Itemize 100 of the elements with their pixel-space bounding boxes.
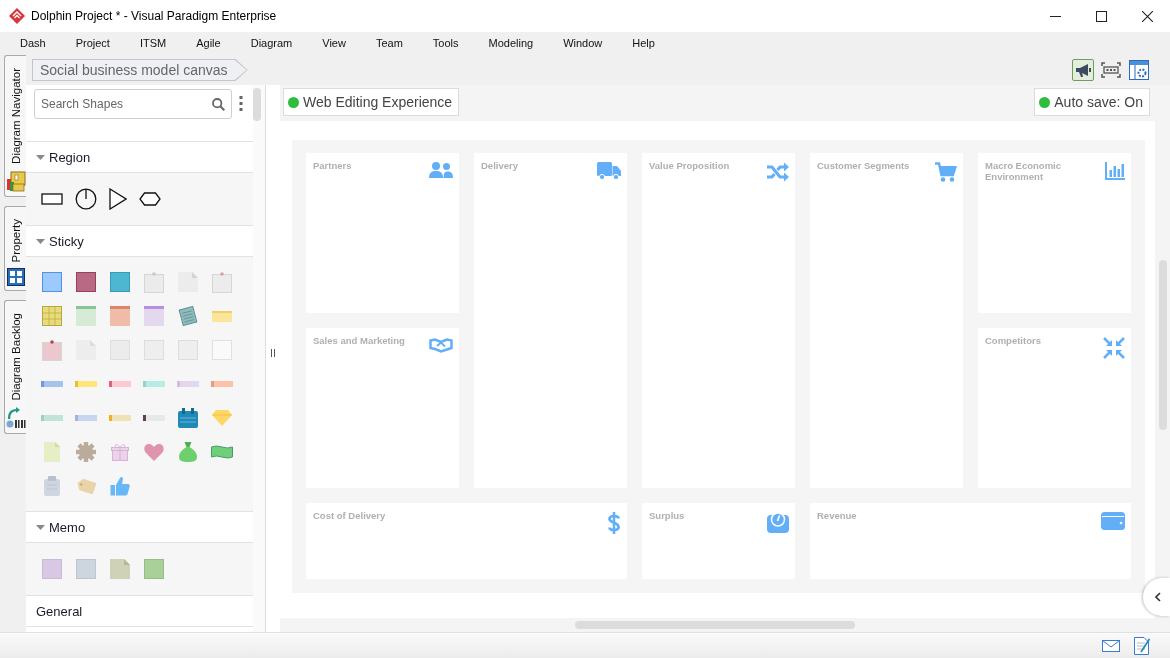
web-editing-button[interactable]: Web Editing Experience [283,88,460,116]
people-icon [429,162,453,178]
auto-save-button[interactable]: Auto save: On [1034,88,1150,116]
menu-item[interactable]: Tools [417,34,474,53]
sticky-note-icon[interactable] [76,272,96,292]
app-logo-icon [9,8,25,24]
kebab-menu-icon [239,96,243,111]
sticky-note-icon[interactable] [212,310,232,322]
splitter[interactable] [265,85,280,632]
announcement-button[interactable] [1072,59,1094,81]
wallet-icon [1101,512,1125,530]
scale-icon [767,512,789,533]
breadcrumb[interactable]: Social business model canvas [32,59,248,81]
section-header[interactable]: Memo [26,511,253,543]
fit-to-window-button[interactable] [1100,59,1122,81]
menu-item[interactable]: Modeling [473,34,549,53]
block-title: Customer Segments [817,160,910,171]
notes-button[interactable] [1134,636,1150,655]
sticky-note-icon[interactable] [42,306,62,326]
scrollbar-thumb[interactable] [1158,260,1167,430]
banknote-icon[interactable] [211,445,233,459]
block-title: Delivery [481,160,518,171]
shuffle-icon [767,162,789,182]
menu-item[interactable]: Window [548,34,618,53]
search-icon[interactable] [212,97,225,111]
block-title: Revenue [817,510,857,521]
gift-icon[interactable] [111,443,129,461]
block-title: Value Proposition [649,160,730,171]
pinned-note-icon[interactable] [212,271,232,293]
side-tab[interactable]: Property [4,205,26,292]
handshake-icon [429,337,453,353]
heart-icon[interactable] [144,443,164,461]
block-title: Macro Economic Environment [985,160,1063,182]
gem-icon[interactable] [212,410,232,426]
memo-note-icon[interactable] [144,559,164,579]
document-icon[interactable] [44,442,60,462]
menu-item[interactable]: Agile [181,34,236,53]
megaphone-icon [1075,62,1091,78]
bar-chart-icon [1105,162,1125,180]
pinned-note-icon[interactable] [144,271,164,293]
menu-item[interactable]: Team [360,34,418,53]
section-header[interactable]: Sticky [26,225,253,257]
block-title: Competitors [985,335,1041,346]
edit-document-icon [1134,636,1150,655]
sticky-note-icon[interactable] [144,306,164,326]
calendar-icon[interactable] [178,408,198,428]
sticky-note-icon[interactable] [42,272,62,292]
search-field[interactable]: Search Shapes [41,93,208,115]
sticky-note-icon[interactable] [76,340,96,360]
menu-item[interactable]: Project [60,34,125,53]
menu-item[interactable]: Help [617,34,670,53]
sticky-note-icon[interactable] [178,272,198,292]
close-icon [1141,10,1153,22]
maximize-icon [1095,10,1107,22]
side-tab[interactable]: Diagram Navigator [4,55,26,197]
truck-icon [597,162,621,180]
pinned-note-icon[interactable] [42,339,62,361]
dollar-sign-icon [607,512,621,534]
menu-item[interactable]: View [307,34,361,53]
tape-strip-icon[interactable] [143,415,165,421]
sticky-note-icon[interactable] [110,272,130,292]
arrow-barcode-icon [5,406,26,429]
status-dot-icon [1039,96,1051,108]
chevron-left-icon [1154,592,1161,602]
circle-icon[interactable] [75,188,97,210]
money-bag-icon[interactable] [179,442,197,462]
hexagon-icon[interactable] [139,192,161,206]
tag-icon[interactable] [76,478,96,494]
mail-button[interactable] [1102,639,1120,652]
window-gear-icon [1129,60,1149,80]
side-tab[interactable]: Diagram Backlog [4,300,26,434]
panel-layout-button[interactable] [1128,59,1150,81]
more-options-button[interactable] [239,96,243,111]
gear-icon[interactable] [76,442,96,462]
memo-note-icon[interactable] [42,559,62,579]
clipboard-icon[interactable] [44,476,60,496]
menu-item[interactable]: Dash [5,34,61,53]
envelope-icon [1102,639,1120,652]
triangle-icon[interactable] [109,188,127,210]
section-header[interactable]: General [26,595,253,627]
search-box[interactable]: Search Shapes [34,89,232,119]
memo-note-icon[interactable] [110,559,130,579]
block-title: Cost of Delivery [313,510,386,521]
compress-arrows-icon [1103,337,1125,359]
scrollbar-thumb[interactable] [253,88,261,121]
thumbs-up-icon[interactable] [110,476,130,496]
menu-item[interactable]: Diagram [235,34,308,53]
window-title: Dolphin Project * - Visual Paradigm Enterprise [31,9,277,23]
sticky-note-icon[interactable] [76,306,96,326]
status-dot-icon [288,96,299,108]
section-header[interactable]: Region [26,141,253,173]
shopping-cart-icon [935,162,957,182]
sticky-note-icon[interactable] [110,306,130,326]
notepad-icon[interactable] [178,306,198,326]
memo-note-icon[interactable] [76,559,96,579]
block-title: Partners [313,160,352,171]
scrollbar-thumb[interactable] [575,621,855,629]
rectangle-icon[interactable] [41,193,63,205]
menu-item[interactable]: ITSM [124,34,182,53]
block-title: Surplus [649,510,685,521]
